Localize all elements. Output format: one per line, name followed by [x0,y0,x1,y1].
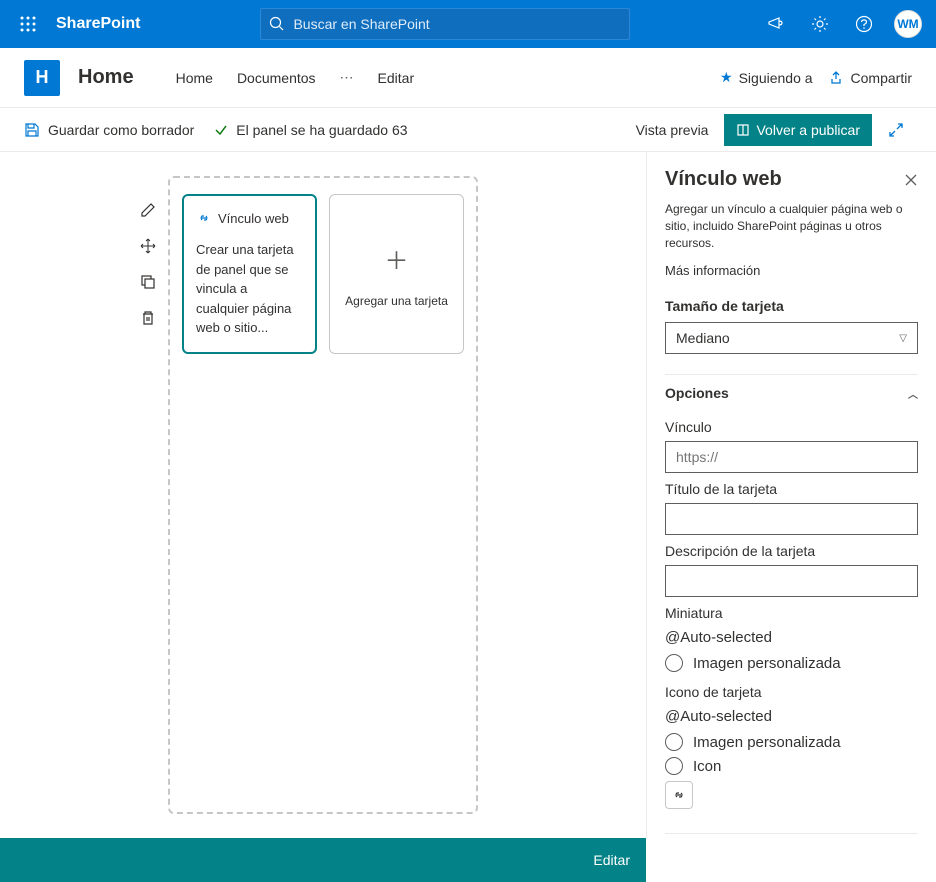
share-button[interactable]: Compartir [829,70,912,86]
app-launcher-icon[interactable] [4,0,52,48]
share-label: Compartir [851,70,912,86]
more-info-link[interactable]: Más información [665,263,918,278]
radio-icon [665,654,683,672]
web-link-card[interactable]: Vínculo web Crear una tarjeta de panel q… [182,194,317,354]
link-icon [672,788,686,802]
card-icon-auto-selected: @Auto-selected [665,708,918,725]
move-icon [140,238,156,254]
site-logo[interactable]: H [24,60,60,96]
book-icon [736,123,750,137]
nav-item-edit[interactable]: Editar [378,70,415,86]
thumbnail-custom-radio[interactable]: Imagen personalizada [665,654,918,672]
command-bar: Guardar como borrador El panel se ha gua… [0,108,936,152]
site-title: Home [78,66,134,89]
thumbnail-label: Miniatura [665,605,918,621]
chevron-up-icon: ︿ [908,386,918,401]
card-icon-custom-radio[interactable]: Imagen personalizada [665,733,918,751]
republish-label: Volver a publicar [756,122,860,138]
settings-icon[interactable] [800,0,840,48]
card-icon-custom-label: Imagen personalizada [693,734,841,751]
follow-button[interactable]: ★ Siguiendo a [720,69,813,86]
link-icon [196,210,212,226]
card-icon-label: Icono de tarjeta [665,684,918,700]
panel-description: Agregar un vínculo a cualquier página we… [665,201,918,251]
nav-overflow-icon[interactable]: ⋯ [340,69,354,86]
search-icon [269,16,285,32]
card-desc-field-label: Descripción de la tarjeta [665,543,918,559]
nav-item-documentos[interactable]: Documentos [237,70,316,86]
nav-item-home[interactable]: Home [176,70,213,86]
suite-bar: SharePoint WM [0,0,936,48]
panel-title: Vínculo web [665,168,782,191]
bottom-bar: Editar [0,838,646,882]
help-icon[interactable] [844,0,884,48]
chevron-down-icon: ▽ [899,333,907,344]
saved-status: El panel se ha guardado 63 [214,122,407,138]
link-field-label: Vínculo [665,419,918,435]
share-icon [829,70,845,86]
add-card-label: Agregar una tarjeta [345,294,448,308]
plus-icon: ＋ [385,241,409,276]
search-box[interactable] [260,8,630,40]
card-size-label: Tamaño de tarjeta [665,298,918,314]
link-input[interactable] [665,441,918,473]
options-section-header[interactable]: Opciones ︿ [665,374,918,411]
radio-icon [665,733,683,751]
bottom-edit-button[interactable]: Editar [593,852,630,868]
card-desc-input[interactable] [665,565,918,597]
preview-button[interactable]: Vista previa [636,122,709,138]
audience-section-header[interactable]: Segmentación de audiencias ︿ [665,833,918,838]
brand-label: SharePoint [56,15,140,33]
duplicate-card-button[interactable] [132,266,164,298]
save-draft-button[interactable]: Guardar como borrador [24,122,194,138]
trash-icon [140,310,156,326]
options-label: Opciones [665,385,729,401]
card-icon-icon-radio[interactable]: Icon [665,757,918,775]
panel-close-button[interactable] [904,173,918,187]
follow-label: Siguiendo a [739,70,813,86]
icon-picker-button[interactable] [665,781,693,809]
card-size-select[interactable]: Mediano ▽ [665,322,918,354]
close-icon [904,173,918,187]
add-card-button[interactable]: ＋ Agregar una tarjeta [329,194,464,354]
card-title-input[interactable] [665,503,918,535]
card-title: Vínculo web [218,211,289,226]
properties-panel: Vínculo web Agregar un vínculo a cualqui… [646,152,936,838]
save-icon [24,122,40,138]
search-input[interactable] [293,16,621,32]
check-icon [214,123,228,137]
card-icon-icon-label: Icon [693,758,721,775]
expand-icon[interactable] [888,122,912,138]
card-size-value: Mediano [676,330,730,346]
site-nav: Home Documentos ⋯ Editar [176,69,415,86]
thumbnail-custom-label: Imagen personalizada [693,655,841,672]
card-title-field-label: Título de la tarjeta [665,481,918,497]
star-icon: ★ [720,69,733,86]
site-header: H Home Home Documentos ⋯ Editar ★ Siguie… [0,48,936,108]
dashboard-container: Vínculo web Crear una tarjeta de panel q… [168,176,478,814]
card-toolbar [132,194,164,334]
edit-card-button[interactable] [132,194,164,226]
user-avatar[interactable]: WM [888,0,928,48]
canvas-area: Vínculo web Crear una tarjeta de panel q… [0,152,646,838]
republish-button[interactable]: Volver a publicar [724,114,872,146]
card-body: Crear una tarjeta de panel que se vincul… [196,240,303,338]
move-card-button[interactable] [132,230,164,262]
saved-label: El panel se ha guardado 63 [236,122,407,138]
pencil-icon [140,202,156,218]
megaphone-icon[interactable] [756,0,796,48]
thumbnail-auto-selected: @Auto-selected [665,629,918,646]
delete-card-button[interactable] [132,302,164,334]
save-draft-label: Guardar como borrador [48,122,194,138]
radio-icon [665,757,683,775]
avatar-initials: WM [894,10,922,38]
copy-icon [140,274,156,290]
